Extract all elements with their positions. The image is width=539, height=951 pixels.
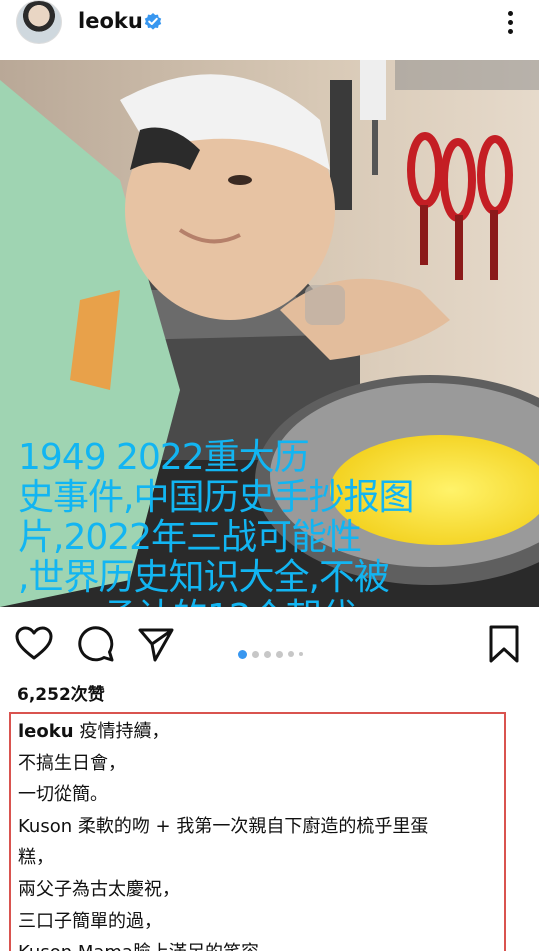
post-header: leoku (0, 0, 539, 44)
caption-line: 兩父子為古太慶祝， (18, 878, 180, 900)
caption-line: 一切從簡。 (18, 784, 108, 806)
overlay-line: ,世界历史知识大全,不被 (18, 557, 390, 598)
overlay-text: 1949 2022重大历 史事件,中国历史手抄报图 片,2022年三战可能性 ,… (18, 437, 528, 608)
carousel-dot (252, 650, 259, 658)
dot (507, 10, 513, 16)
carousel-dot (288, 651, 294, 657)
caption-first-line: leoku 疫情持續， (18, 716, 504, 748)
avatar[interactable] (16, 0, 62, 44)
username[interactable]: leoku (78, 9, 143, 33)
heart-icon[interactable] (14, 624, 54, 664)
caption-line: 不搞生日會， (18, 752, 126, 774)
caption-line: 糕， (18, 847, 54, 869)
action-bar (0, 612, 539, 672)
more-options-button[interactable] (496, 6, 524, 38)
caption-line: 三口子簡單的過， (18, 910, 162, 932)
caption-line: Kuson Mama臉上滿足的笑容。 (18, 937, 504, 951)
caption-box: leoku 疫情持續， 不搞生日會， 一切從簡。 Kuson 柔軟的吻 + 我第一… (9, 712, 506, 951)
overlay-line: 1949 2022重大历 (18, 437, 310, 478)
overlay-line: 承认的12个朝代 (18, 598, 528, 608)
like-count[interactable]: 6,252次赞 (17, 680, 105, 705)
carousel-indicator (238, 649, 303, 659)
carousel-dot (276, 650, 283, 658)
carousel-dot (264, 650, 271, 658)
dot (507, 19, 513, 25)
dot (507, 28, 513, 34)
caption-text: 疫情持續， (79, 721, 170, 742)
verified-badge-icon (144, 13, 162, 30)
carousel-dot-active (238, 649, 247, 659)
caption-line: Kuson 柔軟的吻 + 我第一次親自下廚造的梳乎里蛋 (18, 815, 429, 837)
comment-icon[interactable] (76, 624, 116, 664)
bookmark-icon[interactable] (484, 624, 524, 664)
overlay-line: 史事件,中国历史手抄报图 (18, 477, 414, 518)
caption-username[interactable]: leoku (18, 721, 74, 742)
carousel-dot (299, 652, 303, 656)
post-image[interactable]: 1949 2022重大历 史事件,中国历史手抄报图 片,2022年三战可能性 ,… (0, 60, 539, 607)
overlay-line: 片,2022年三战可能性 (18, 517, 362, 558)
send-icon[interactable] (136, 624, 176, 664)
